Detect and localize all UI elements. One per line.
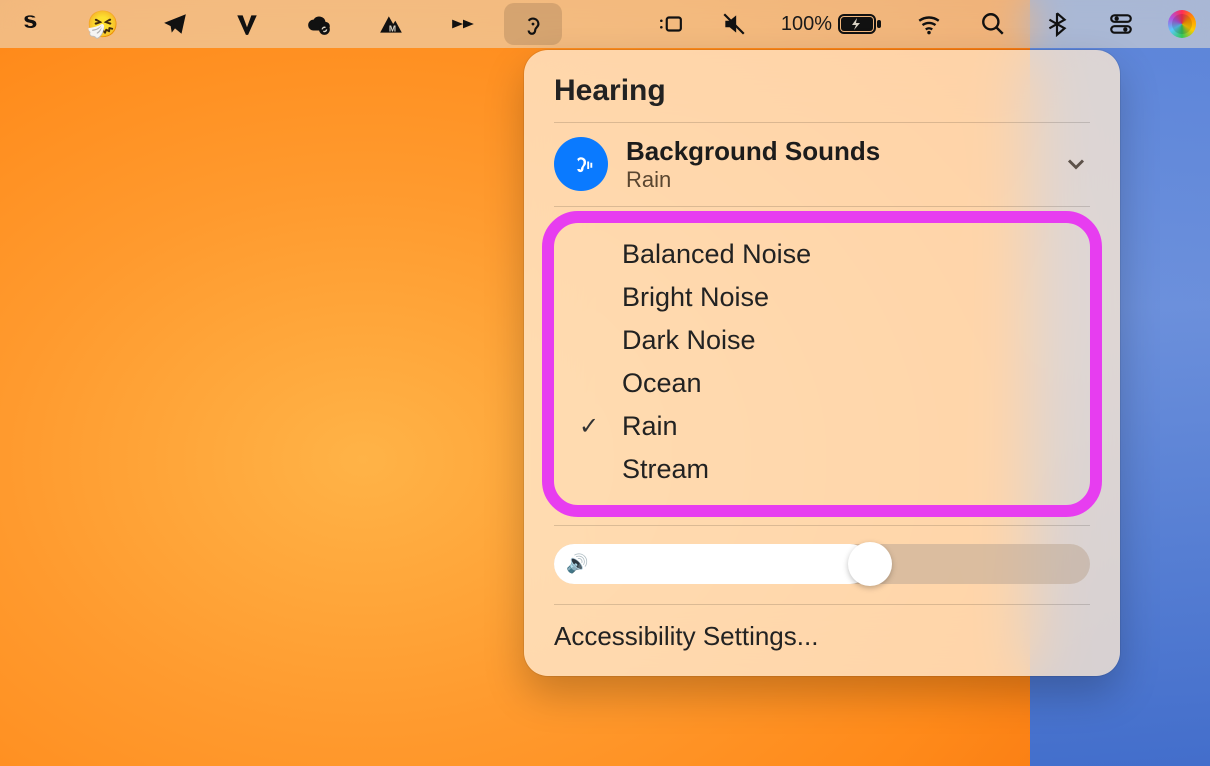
option-label: Ocean	[622, 368, 702, 399]
speaker-icon: 🔊	[566, 553, 588, 574]
sound-option-dark-noise[interactable]: Dark Noise	[554, 319, 1090, 362]
mountain-icon[interactable]: M	[374, 7, 408, 41]
hearing-icon[interactable]	[504, 3, 562, 45]
volume-slider-fill	[554, 544, 870, 584]
mute-icon[interactable]	[717, 7, 751, 41]
menu-bar-left: 🤧 M	[14, 7, 480, 41]
arrows-icon[interactable]	[446, 7, 480, 41]
control-center-icon[interactable]	[1104, 7, 1138, 41]
svg-text:M: M	[389, 24, 396, 34]
battery-text: 100%	[781, 13, 832, 36]
menu-bar: 🤧 M 100%	[0, 0, 1210, 48]
option-label: Bright Noise	[622, 282, 769, 313]
search-icon[interactable]	[976, 7, 1010, 41]
letter-v-icon[interactable]	[230, 7, 264, 41]
wifi-icon[interactable]	[912, 7, 946, 41]
sound-option-stream[interactable]: Stream	[554, 448, 1090, 491]
volume-slider-knob[interactable]	[848, 542, 892, 586]
background-sounds-labels: Background Sounds Rain	[626, 137, 880, 192]
option-label: Stream	[622, 454, 709, 485]
footer-label: Accessibility Settings...	[554, 621, 818, 651]
sound-option-balanced-noise[interactable]: Balanced Noise	[554, 233, 1090, 276]
checkmark-icon: ✓	[574, 412, 604, 441]
telegram-icon[interactable]	[158, 7, 192, 41]
cloud-sync-icon[interactable]	[302, 7, 336, 41]
hearing-panel: Hearing Background Sounds Rain Balanced …	[524, 50, 1120, 676]
panel-title: Hearing	[524, 68, 1120, 122]
volume-slider-row: 🔊	[524, 526, 1120, 604]
dock-icon[interactable]	[653, 7, 687, 41]
option-label: Rain	[622, 411, 678, 442]
menu-bar-right: 100%	[653, 7, 1196, 41]
divider	[554, 206, 1090, 207]
ear-sound-icon	[554, 137, 608, 191]
emoji-face-icon[interactable]: 🤧	[86, 7, 120, 41]
background-sounds-current: Rain	[626, 168, 880, 192]
accessibility-settings-link[interactable]: Accessibility Settings...	[524, 605, 1120, 664]
bluetooth-icon[interactable]	[1040, 7, 1074, 41]
sound-option-ocean[interactable]: Ocean	[554, 362, 1090, 405]
volume-slider[interactable]: 🔊	[554, 544, 1090, 584]
sound-option-rain[interactable]: ✓ Rain	[554, 405, 1090, 448]
battery-indicator[interactable]: 100%	[781, 12, 882, 36]
option-label: Balanced Noise	[622, 239, 811, 270]
option-label: Dark Noise	[622, 325, 756, 356]
battery-icon	[838, 12, 882, 36]
background-sounds-row[interactable]: Background Sounds Rain	[524, 123, 1120, 206]
chevron-down-icon	[1062, 150, 1090, 178]
sound-option-bright-noise[interactable]: Bright Noise	[554, 276, 1090, 319]
sound-options-highlight: Balanced Noise Bright Noise Dark Noise O…	[542, 211, 1102, 517]
app-s-icon[interactable]	[14, 7, 48, 41]
siri-icon[interactable]	[1168, 10, 1196, 38]
background-sounds-label: Background Sounds	[626, 137, 880, 166]
